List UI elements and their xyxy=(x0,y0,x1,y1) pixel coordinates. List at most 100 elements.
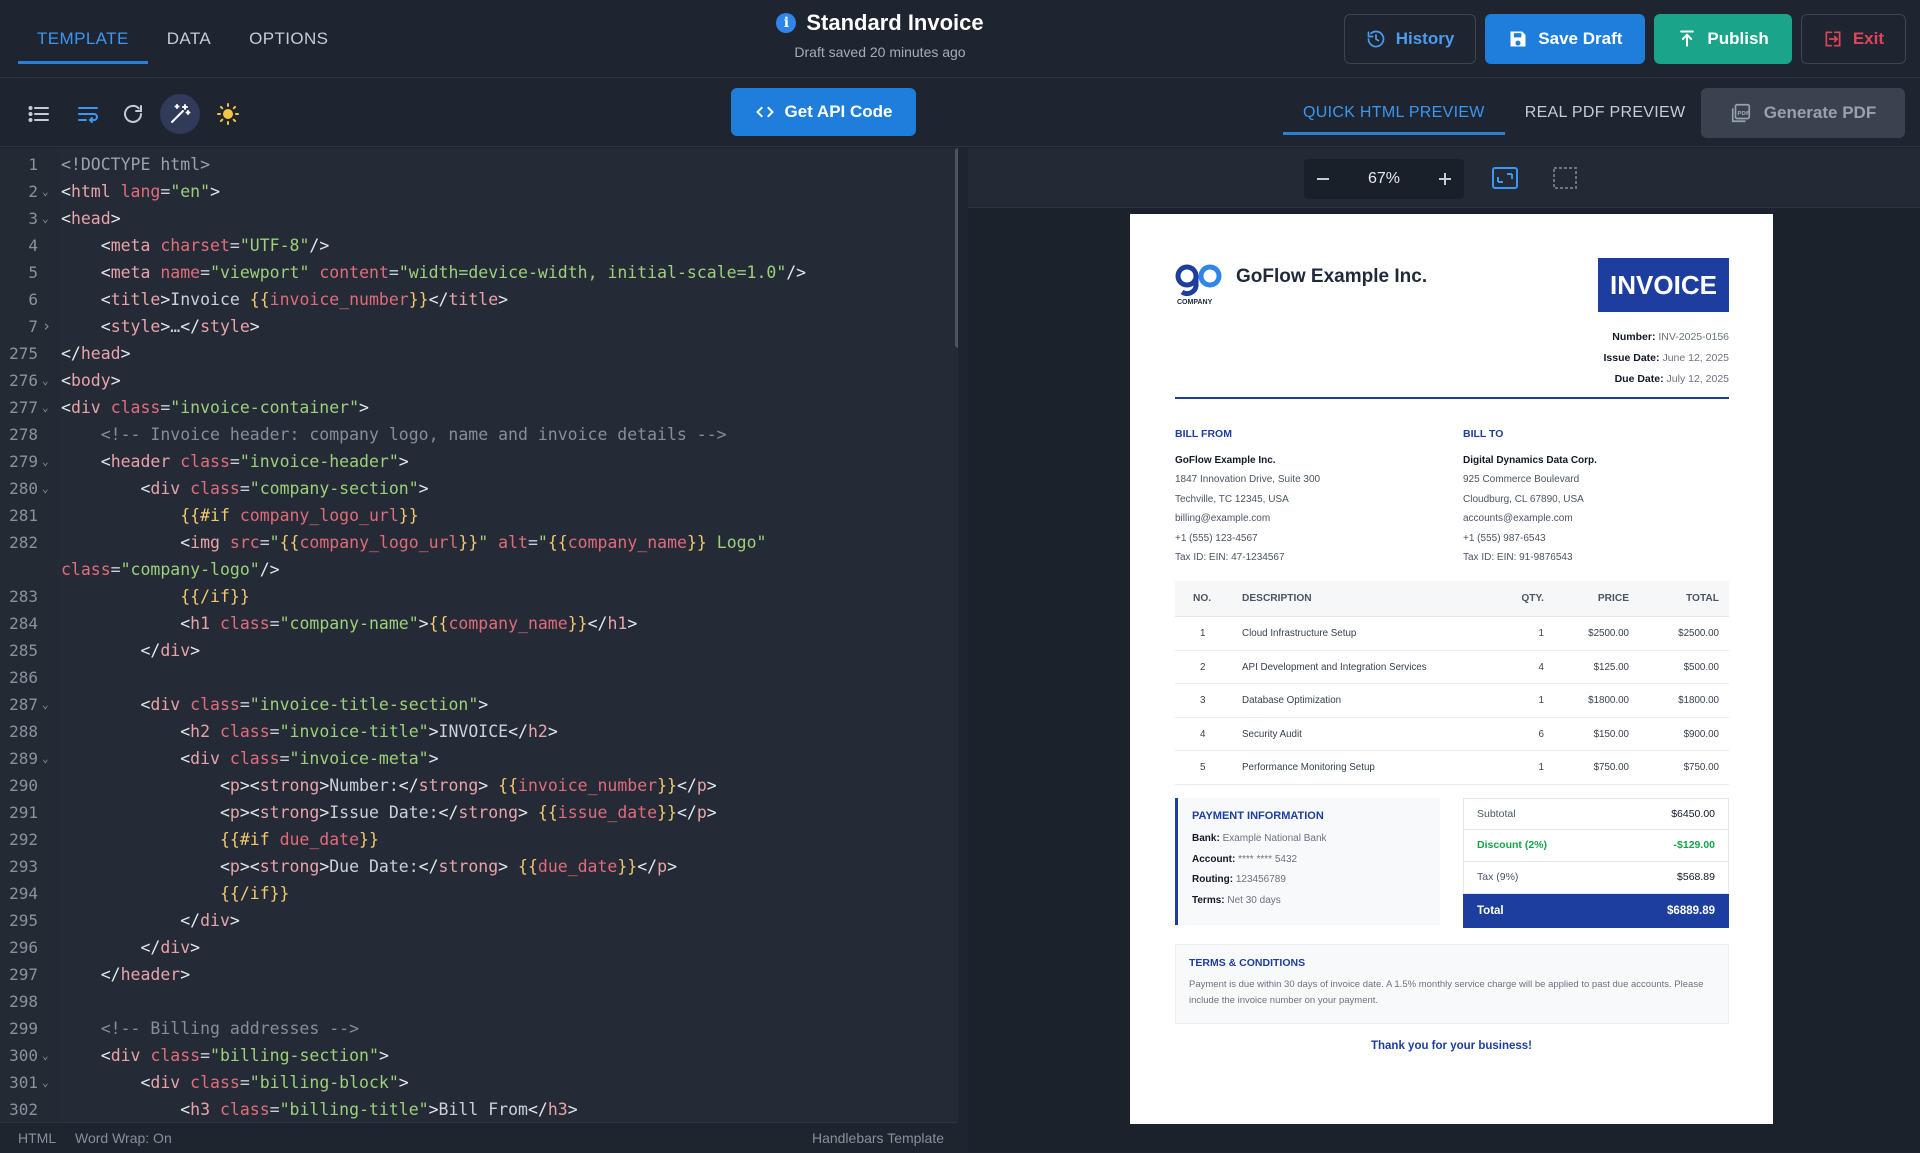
fold-open-icon[interactable]: ⌄ xyxy=(42,394,49,421)
code-line[interactable]: 287 ⌄ <div class="invoice-title-section"> xyxy=(0,691,955,718)
fold-open-icon[interactable]: ⌄ xyxy=(42,205,49,232)
fold-closed-icon[interactable]: › xyxy=(42,313,51,340)
code-line[interactable]: 277 ⌄ <div class="invoice-container"> xyxy=(0,394,955,421)
code-text: <!-- Invoice header: company logo, name … xyxy=(100,425,727,444)
code-line[interactable]: 278 <!-- Invoice header: company logo, n… xyxy=(0,421,955,448)
code-line[interactable]: 283 {{/if}} xyxy=(0,583,955,610)
total-row: Total $6889.89 xyxy=(1463,894,1729,928)
code-line[interactable]: 292 {{#if due_date}} xyxy=(0,826,955,853)
fit-page-icon[interactable] xyxy=(1552,166,1578,190)
table-row: 4 Security Audit 6 $150.00 $900.00 xyxy=(1175,718,1729,751)
code-line[interactable]: class="company-logo"/> xyxy=(0,556,955,583)
code-line[interactable]: 299 <!-- Billing addresses --> xyxy=(0,1015,955,1042)
history-label: History xyxy=(1395,29,1455,48)
status-word-wrap[interactable]: Word Wrap: On xyxy=(75,1123,172,1153)
code-line[interactable]: 297 </header> xyxy=(0,961,955,988)
info-icon[interactable]: i xyxy=(776,13,797,33)
publish-button[interactable]: Publish xyxy=(1654,14,1792,64)
terms-conditions: TERMS & CONDITIONS Payment is due within… xyxy=(1175,944,1729,1024)
code-line[interactable]: 276 ⌄ <body> xyxy=(0,367,955,394)
payment-routing: Routing: 123456789 xyxy=(1192,874,1286,885)
tab-quick-html-preview[interactable]: QUICK HTML PREVIEW xyxy=(1283,79,1505,147)
code-line[interactable]: 282 <img src="{{company_logo_url}}" alt=… xyxy=(0,529,955,556)
code-line[interactable]: 7 › <style>…</style> xyxy=(0,313,955,340)
payment-account: Account: **** **** 5432 xyxy=(1192,853,1298,865)
code-line[interactable]: 285 </div> xyxy=(0,637,955,664)
code-text: <div class="billing-block"> xyxy=(140,1073,409,1092)
line-number: 293 xyxy=(9,857,38,876)
line-number: 290 xyxy=(9,776,38,795)
code-line[interactable]: 290 <p><strong>Number:</strong> {{invoic… xyxy=(0,772,955,799)
get-api-code-label: Get API Code xyxy=(784,102,893,121)
tab-data[interactable]: DATA xyxy=(148,0,230,78)
cell-total: $1800.00 xyxy=(1678,695,1719,706)
fold-open-icon[interactable]: ⌄ xyxy=(42,1069,49,1096)
line-number: 292 xyxy=(9,830,38,849)
code-line[interactable]: 5 <meta name="viewport" content="width=d… xyxy=(0,259,955,286)
tab-template[interactable]: TEMPLATE xyxy=(18,0,148,78)
fold-open-icon[interactable]: ⌄ xyxy=(42,178,49,205)
code-text: <p><strong>Number:</strong> {{invoice_nu… xyxy=(219,776,717,795)
get-api-code-button[interactable]: Get API Code xyxy=(731,88,916,136)
save-draft-button[interactable]: Save Draft xyxy=(1485,14,1646,64)
fold-open-icon[interactable]: ⌄ xyxy=(42,1042,49,1069)
refresh-icon[interactable] xyxy=(118,99,148,129)
code-line[interactable]: 289 ⌄ <div class="invoice-meta"> xyxy=(0,745,955,772)
code-line[interactable]: 301 ⌄ <div class="billing-block"> xyxy=(0,1069,955,1096)
list-icon[interactable] xyxy=(24,99,54,129)
fold-open-icon[interactable]: ⌄ xyxy=(42,691,49,718)
status-mode: HTML xyxy=(18,1130,57,1146)
wrap-icon[interactable] xyxy=(73,99,103,129)
cell-price: $750.00 xyxy=(1593,762,1629,773)
sun-icon[interactable] xyxy=(213,99,243,129)
code-line[interactable]: 286 xyxy=(0,664,955,691)
cell-qty: 1 xyxy=(1538,628,1544,639)
magic-wand-icon[interactable] xyxy=(160,94,200,134)
bill-from-line: billing@example.com xyxy=(1175,513,1271,524)
code-line[interactable]: 4 <meta charset="UTF-8"/> xyxy=(0,232,955,259)
code-line[interactable]: 302 <h3 class="billing-title">Bill From<… xyxy=(0,1096,955,1122)
generate-pdf-label: Generate PDF xyxy=(1763,103,1877,122)
code-line[interactable]: 275 </head> xyxy=(0,340,955,367)
code-line[interactable]: 280 ⌄ <div class="company-section"> xyxy=(0,475,955,502)
code-line[interactable]: 295 </div> xyxy=(0,907,955,934)
zoom-in-button[interactable] xyxy=(1426,159,1464,199)
exit-button[interactable]: Exit xyxy=(1800,14,1906,64)
fold-open-icon[interactable]: ⌄ xyxy=(42,448,49,475)
tab-real-pdf-preview[interactable]: REAL PDF PREVIEW xyxy=(1505,79,1706,147)
generate-pdf-button[interactable]: PDF Generate PDF xyxy=(1701,88,1905,138)
code-line[interactable]: 298 xyxy=(0,988,955,1015)
cell-qty: 1 xyxy=(1538,695,1544,706)
code-line[interactable]: 291 <p><strong>Issue Date:</strong> {{is… xyxy=(0,799,955,826)
code-line[interactable]: 3 ⌄ <head> xyxy=(0,205,955,232)
code-line[interactable]: 294 {{/if}} xyxy=(0,880,955,907)
history-button[interactable]: History xyxy=(1343,14,1477,64)
code-line[interactable]: 281 {{#if company_logo_url}} xyxy=(0,502,955,529)
fold-open-icon[interactable]: ⌄ xyxy=(42,367,49,394)
fold-open-icon[interactable]: ⌄ xyxy=(42,475,49,502)
line-number: 294 xyxy=(9,884,38,903)
editor-scrollbar[interactable] xyxy=(955,148,958,348)
cell-description: API Development and Integration Services xyxy=(1242,661,1427,673)
tab-options[interactable]: OPTIONS xyxy=(230,0,347,78)
code-text: <div class="invoice-title-section"> xyxy=(140,695,489,714)
code-line[interactable]: 296 </div> xyxy=(0,934,955,961)
cell-price: $2500.00 xyxy=(1588,628,1629,639)
fold-open-icon[interactable]: ⌄ xyxy=(42,745,49,772)
code-line[interactable]: 279 ⌄ <header class="invoice-header"> xyxy=(0,448,955,475)
fit-width-icon[interactable] xyxy=(1492,166,1518,190)
code-text: </div> xyxy=(180,911,240,930)
cell-qty: 4 xyxy=(1538,661,1544,673)
line-number: 279 xyxy=(9,452,38,471)
code-line[interactable]: 1 <!DOCTYPE html> xyxy=(0,151,955,178)
code-line[interactable]: 293 <p><strong>Due Date:</strong> {{due_… xyxy=(0,853,955,880)
code-line[interactable]: 2 ⌄ <html lang="en"> xyxy=(0,178,955,205)
code-line[interactable]: 284 <h1 class="company-name">{{company_n… xyxy=(0,610,955,637)
zoom-out-button[interactable] xyxy=(1304,159,1342,199)
code-line[interactable]: 300 ⌄ <div class="billing-section"> xyxy=(0,1042,955,1069)
code-line[interactable]: 288 <h2 class="invoice-title">INVOICE</h… xyxy=(0,718,955,745)
line-number: 283 xyxy=(9,587,38,606)
code-editor[interactable]: 1 <!DOCTYPE html> 2 ⌄ <html lang="en"> 3 ⌄ <hea… xyxy=(0,148,958,1122)
line-number: 280 xyxy=(9,479,38,498)
code-line[interactable]: 6 <title>Invoice {{invoice_number}}</tit… xyxy=(0,286,955,313)
